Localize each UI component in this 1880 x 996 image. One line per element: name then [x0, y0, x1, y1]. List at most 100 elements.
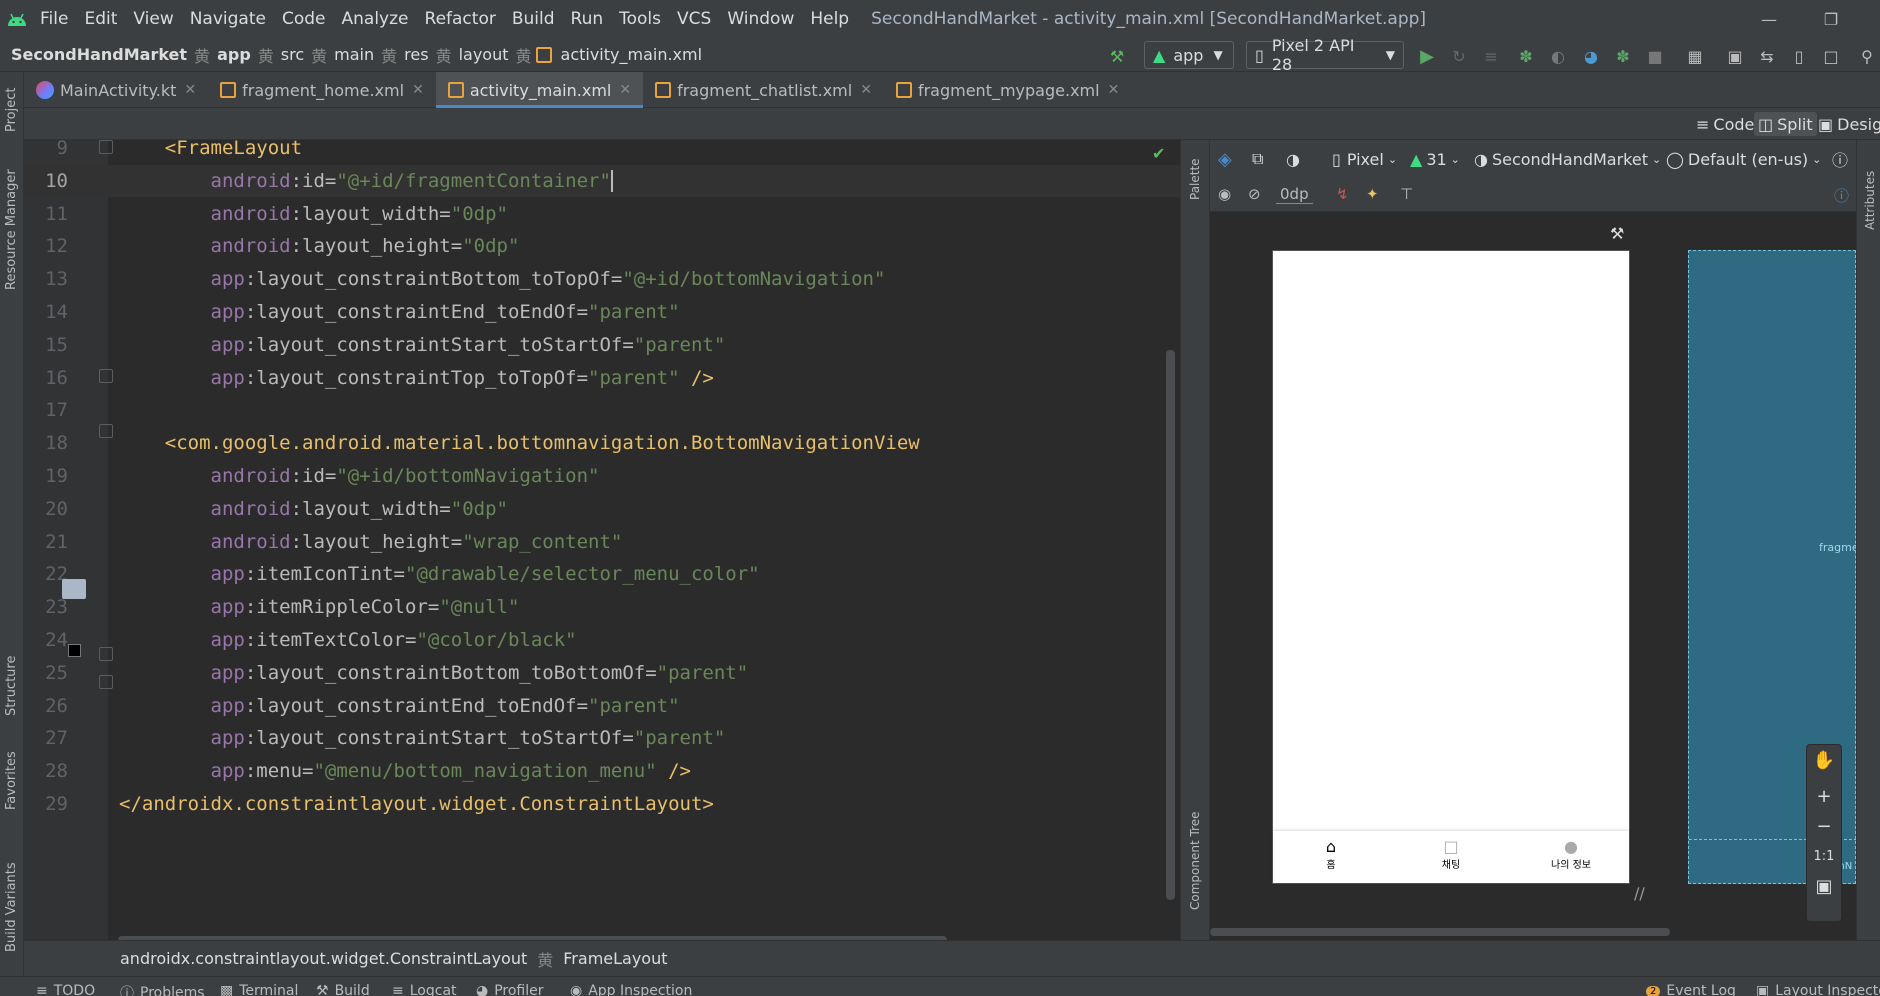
resize-handle-icon[interactable]: ∕∕	[1634, 884, 1645, 903]
avd-manager-icon[interactable]: ▣	[1724, 45, 1746, 67]
nav-item-mypage[interactable]: ● 나의 정보	[1521, 837, 1621, 871]
build-variants-tool-button[interactable]: Build Variants	[4, 862, 19, 952]
profiler-tool-button[interactable]: ◕ Profiler	[476, 983, 544, 996]
breadcrumb-src[interactable]: src	[278, 45, 307, 64]
breadcrumb-layout[interactable]: layout	[456, 45, 512, 64]
code-line[interactable]: 16 app:layout_constraintTop_toTopOf="par…	[24, 362, 1180, 394]
menu-build[interactable]: Build	[504, 9, 563, 29]
app-inspection-tool-button[interactable]: ◉ App Inspection	[570, 983, 692, 996]
favorites-tool-button[interactable]: Favorites	[4, 751, 19, 810]
nav-item-home[interactable]: ⌂ 홈	[1281, 837, 1381, 871]
fold-icon[interactable]	[99, 424, 113, 438]
design-view-button[interactable]: ▣Design	[1814, 112, 1880, 136]
restore-icon[interactable]: ❐	[1808, 0, 1854, 38]
nav-item-chat[interactable]: □ 채팅	[1401, 837, 1501, 871]
locale-select[interactable]: ◯ Default (en-us) ⌄	[1666, 150, 1821, 169]
component-tree-tool-button[interactable]: Component Tree	[1188, 812, 1202, 910]
menu-view[interactable]: View	[125, 9, 181, 29]
menu-window[interactable]: Window	[719, 9, 802, 29]
menu-run[interactable]: Run	[563, 9, 612, 29]
help-icon[interactable]: ⓘ	[1834, 185, 1849, 206]
pan-icon[interactable]: ✋	[1807, 745, 1841, 775]
night-mode-icon[interactable]: ◑	[1286, 150, 1300, 169]
default-margin-field[interactable]: 0dp	[1276, 185, 1313, 204]
color-swatch-icon[interactable]	[68, 644, 81, 657]
status-crumb-framelayout[interactable]: FrameLayout	[563, 949, 667, 968]
build-tool-button[interactable]: ⚒ Build	[316, 983, 370, 996]
breadcrumb-main[interactable]: main	[331, 45, 377, 64]
structure-tool-button[interactable]: Structure	[4, 656, 19, 716]
menu-refactor[interactable]: Refactor	[417, 9, 504, 29]
code-line[interactable]: 26 app:layout_constraintEnd_toEndOf="par…	[24, 690, 1180, 722]
zoom-fit-icon[interactable]: ▣	[1807, 871, 1841, 901]
attach-debugger-icon[interactable]: ◐	[1547, 45, 1569, 67]
code-line[interactable]: 21 android:layout_height="wrap_content"	[24, 526, 1180, 558]
clear-constraints-icon[interactable]: ↯	[1336, 185, 1349, 203]
fold-icon[interactable]	[99, 647, 113, 661]
minimize-icon[interactable]: —	[1746, 0, 1792, 38]
close-icon[interactable]: ✕	[860, 82, 872, 98]
menu-vcs[interactable]: VCS	[669, 9, 719, 29]
code-editor[interactable]: 9 <FrameLayout 10 android:id="@+id/fragme…	[24, 137, 1180, 945]
layout-inspector-tool-button[interactable]: ▣ Layout Inspector	[1756, 983, 1880, 996]
code-line[interactable]: 29 </androidx.constraintlayout.widget.Con…	[24, 788, 1180, 820]
eye-icon[interactable]: ◉	[1218, 185, 1231, 203]
device-manager-icon[interactable]: ▯	[1788, 45, 1810, 67]
project-tool-button[interactable]: Project	[4, 88, 19, 132]
debug-icon[interactable]: ✽	[1515, 45, 1537, 67]
split-view-button[interactable]: ◫ Split	[1754, 112, 1817, 136]
palette-tool-button[interactable]: Palette	[1188, 158, 1202, 200]
code-line[interactable]: 23 app:itemRippleColor="@null"	[24, 591, 1180, 623]
device-preview-select[interactable]: ▯ Pixel ⌄	[1332, 150, 1397, 169]
theme-select[interactable]: ◑ SecondHandMarket ⌄	[1474, 150, 1661, 169]
run-config-select[interactable]: ▲ app ▼	[1144, 41, 1234, 69]
code-view-button[interactable]: ≡ Code	[1692, 112, 1758, 136]
issues-icon[interactable]: ⓘ	[1832, 147, 1848, 171]
fold-icon[interactable]	[99, 369, 113, 383]
close-icon[interactable]: ✕	[412, 82, 424, 98]
orientation-icon[interactable]: ⧉	[1252, 149, 1263, 169]
design-surface[interactable]: ◈ ⧉ ◑ ▯ Pixel ⌄ ▲ 31 ⌄ ◑ SecondHandMarket ⌄ ◯ D…	[1210, 140, 1870, 940]
tab-activity-main[interactable]: activity_main.xml ✕	[435, 72, 644, 108]
phone-preview[interactable]: ⌂ 홈 □ 채팅 ● 나의 정보	[1272, 250, 1630, 884]
menu-code[interactable]: Code	[274, 9, 334, 29]
close-icon[interactable]: ✕	[184, 82, 196, 98]
tab-fragment-chatlist[interactable]: fragment_chatlist.xml ✕	[643, 72, 884, 108]
vertical-scrollbar[interactable]	[1166, 350, 1175, 900]
code-line[interactable]: 25 app:layout_constraintBottom_toBottomO…	[24, 657, 1180, 689]
sdk-manager-icon[interactable]: □	[1820, 45, 1842, 67]
code-line[interactable]: 11 android:layout_width="0dp"	[24, 198, 1180, 230]
stop-icon[interactable]: ■	[1644, 45, 1666, 67]
zoom-out-icon[interactable]: −	[1807, 811, 1841, 841]
sync-gradle-icon[interactable]: ⇆	[1756, 45, 1778, 67]
run-icon[interactable]: ▶	[1416, 45, 1438, 67]
guidelines-icon[interactable]: ⊤	[1400, 185, 1413, 203]
attributes-tool-button[interactable]: Attributes	[1863, 171, 1877, 230]
menu-tools[interactable]: Tools	[611, 9, 669, 29]
status-crumb-constraintlayout[interactable]: androidx.constraintlayout.widget.Constra…	[120, 949, 527, 968]
code-line[interactable]: 15 app:layout_constraintStart_toStartOf=…	[24, 329, 1180, 361]
search-icon[interactable]: ⚲	[1856, 45, 1878, 67]
apply-changes-icon[interactable]: ≡	[1480, 45, 1502, 67]
menu-edit[interactable]: Edit	[76, 9, 125, 29]
zoom-in-icon[interactable]: +	[1807, 781, 1841, 811]
fold-icon[interactable]	[99, 675, 113, 689]
code-line[interactable]: 24 app:itemTextColor="@color/black"	[24, 624, 1180, 656]
logcat-tool-button[interactable]: ≡ Logcat	[392, 983, 457, 996]
infer-constraints-icon[interactable]: ✦	[1366, 185, 1379, 203]
todo-tool-button[interactable]: ≡ TODO	[36, 983, 95, 996]
menu-navigate[interactable]: Navigate	[182, 9, 274, 29]
code-line[interactable]: 19 android:id="@+id/bottomNavigation"	[24, 460, 1180, 492]
terminal-tool-button[interactable]: ▩ Terminal	[220, 983, 298, 996]
hammer-icon[interactable]: ⚒	[1106, 45, 1128, 67]
layers-icon[interactable]: ◈	[1218, 149, 1232, 170]
breadcrumb-module[interactable]: app	[214, 45, 254, 64]
code-line[interactable]: 17	[24, 394, 1180, 426]
project-structure-icon[interactable]: ▦	[1684, 45, 1706, 67]
code-line[interactable]: 9 <FrameLayout	[24, 132, 1180, 164]
coverage-icon[interactable]: ✽	[1612, 45, 1634, 67]
code-line[interactable]: 22 app:itemIconTint="@drawable/selector_…	[24, 558, 1180, 590]
rerun-icon[interactable]: ↻	[1448, 45, 1470, 67]
problems-tool-button[interactable]: ⓘ Problems	[120, 983, 205, 996]
code-line[interactable]: 13 app:layout_constraintBottom_toTopOf="…	[24, 263, 1180, 295]
